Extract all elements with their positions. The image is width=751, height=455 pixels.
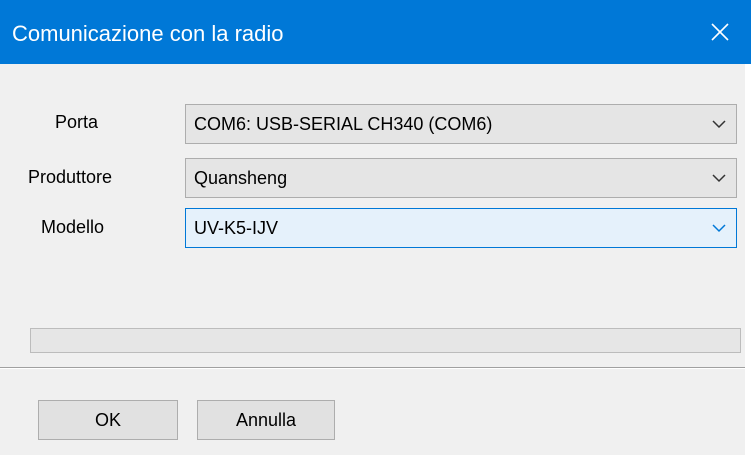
window-title: Comunicazione con la radio <box>12 21 284 46</box>
window-edge <box>745 64 751 455</box>
model-select-value: UV-K5-IJV <box>194 218 279 238</box>
close-button[interactable] <box>689 0 751 64</box>
progress-bar <box>30 328 741 353</box>
dialog-body: Porta COM6: USB-SERIAL CH340 (COM6) Prod… <box>0 64 745 455</box>
close-icon <box>711 23 729 41</box>
port-select[interactable]: COM6: USB-SERIAL CH340 (COM6) <box>185 104 737 144</box>
port-select-value: COM6: USB-SERIAL CH340 (COM6) <box>194 114 493 134</box>
model-label: Modello <box>41 217 105 237</box>
divider-highlight <box>0 368 745 369</box>
chevron-down-icon <box>712 120 726 129</box>
port-label: Porta <box>55 112 99 132</box>
manufacturer-select[interactable]: Quansheng <box>185 158 737 198</box>
dialog-window: Comunicazione con la radio Porta COM6: U… <box>0 0 751 455</box>
chevron-down-icon <box>712 224 726 233</box>
title-bar: Comunicazione con la radio <box>0 0 751 64</box>
cancel-button[interactable]: Annulla <box>197 400 335 440</box>
chevron-down-icon <box>712 174 726 183</box>
manufacturer-label: Produttore <box>28 167 113 187</box>
manufacturer-select-value: Quansheng <box>194 168 288 188</box>
ok-button[interactable]: OK <box>38 400 178 440</box>
model-select[interactable]: UV-K5-IJV <box>185 208 737 248</box>
